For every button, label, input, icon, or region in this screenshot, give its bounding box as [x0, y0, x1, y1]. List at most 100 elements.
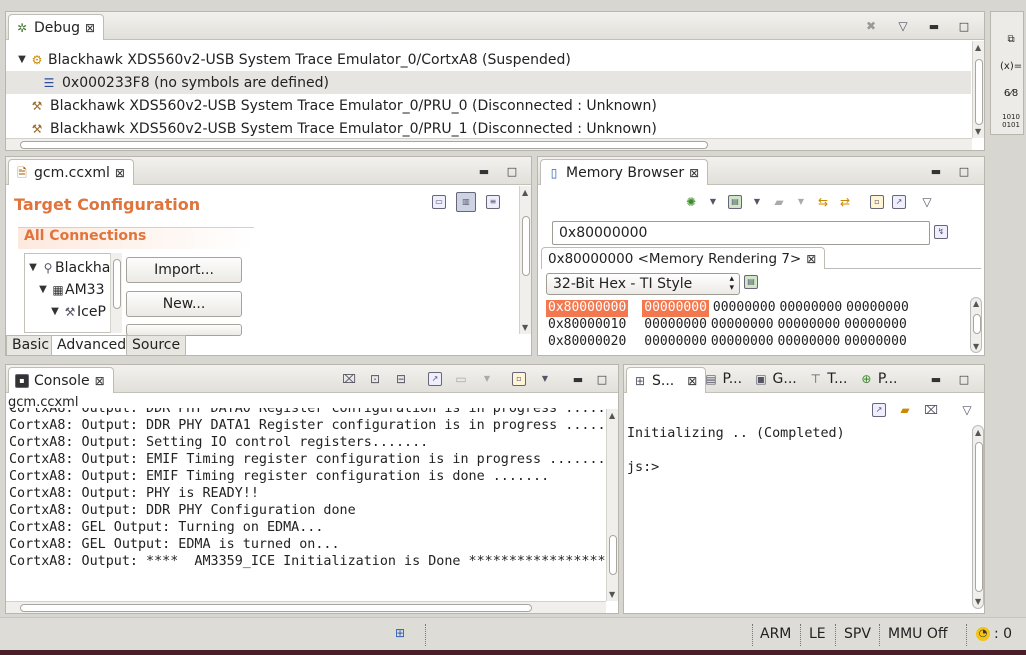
save-memory-icon[interactable]: ▤: [728, 195, 742, 209]
format-options-icon[interactable]: ▤: [744, 275, 758, 289]
registers-icon[interactable]: 1010 0101: [1000, 107, 1022, 129]
horizontal-layout-icon[interactable]: ▭: [432, 195, 446, 209]
debug-row-frame[interactable]: ☰ 0x000233F8 (no symbols are defined): [6, 71, 971, 94]
tab-advanced[interactable]: Advanced: [51, 335, 133, 355]
scroll-down-icon[interactable]: ▼: [973, 342, 979, 351]
minimize-icon[interactable]: ▬: [572, 373, 584, 386]
memory-word[interactable]: 00000000: [780, 300, 843, 317]
tree-node-icep[interactable]: ▼ ⚒ IceP: [47, 300, 106, 323]
scripting-output[interactable]: Initializing .. (Completed) js:>: [627, 425, 967, 605]
scroll-thumb[interactable]: [522, 216, 530, 276]
memory-word[interactable]: 00000000: [642, 300, 709, 317]
word-wrap-icon[interactable]: ⊟: [394, 372, 408, 386]
memory-word[interactable]: 00000000: [644, 334, 707, 351]
minimize-icon[interactable]: ▬: [928, 20, 940, 33]
expand-triangle-icon[interactable]: ▼: [25, 262, 41, 273]
expand-triangle-icon[interactable]: ▼: [14, 54, 30, 65]
memory-word[interactable]: 00000000: [778, 317, 841, 334]
fast-view-icon[interactable]: ⊞: [393, 626, 407, 640]
clear-icon[interactable]: ⌧: [924, 403, 938, 417]
close-icon[interactable]: ⊠: [687, 374, 697, 388]
maximize-icon[interactable]: □: [506, 165, 518, 178]
scroll-up-icon[interactable]: ▲: [975, 43, 981, 52]
tab-gcm-ccxml[interactable]: 🗎 gcm.ccxml ⊠: [8, 159, 134, 185]
variables-icon[interactable]: (x)=: [1000, 53, 1022, 80]
fill-memory-icon[interactable]: ▰: [772, 195, 786, 209]
scroll-down-icon[interactable]: ▼: [609, 590, 615, 599]
expand-triangle-icon[interactable]: ▼: [35, 284, 51, 295]
console-vscroll[interactable]: ▲ ▼: [606, 409, 618, 601]
close-icon[interactable]: ⊠: [115, 166, 125, 180]
tree-node-blackhawk[interactable]: ▼ ⚲ Blackha: [25, 256, 110, 279]
scroll-up-icon[interactable]: ▲: [975, 428, 981, 437]
format-select[interactable]: 32-Bit Hex - TI Style ▴ ▾: [546, 273, 740, 295]
pin-console-icon[interactable]: ↗: [428, 372, 442, 386]
maximize-icon[interactable]: □: [958, 165, 970, 178]
view-menu-icon[interactable]: ▽: [920, 195, 934, 209]
debug-vscroll[interactable]: ▲ ▼: [972, 41, 984, 138]
memory-word[interactable]: 00000000: [844, 334, 907, 351]
import-button[interactable]: Import...: [126, 257, 242, 283]
go-to-address-icon[interactable]: ↯: [934, 225, 948, 239]
memory-word[interactable]: 00000000: [844, 317, 907, 334]
restore-icon[interactable]: ⧉: [1000, 26, 1022, 53]
close-icon[interactable]: ⊠: [689, 166, 699, 180]
dropdown-arrow-icon[interactable]: ▼: [706, 195, 720, 209]
maximize-icon[interactable]: □: [596, 373, 608, 386]
expressions-icon[interactable]: 6⁄8: [1000, 80, 1022, 107]
clear-console-icon[interactable]: ⌧: [342, 372, 356, 386]
view-menu-icon[interactable]: ▽: [896, 19, 910, 33]
open-folder-icon[interactable]: ▰: [898, 403, 912, 417]
link-icon[interactable]: ⇆: [816, 195, 830, 209]
close-icon[interactable]: ⊠: [85, 21, 95, 35]
refresh-icon[interactable]: ✺: [684, 195, 698, 209]
memory-word[interactable]: 00000000: [778, 334, 841, 351]
memory-vscroll[interactable]: ▲ ▼: [970, 297, 982, 353]
tab-basic[interactable]: Basic: [6, 335, 56, 355]
scroll-thumb[interactable]: [609, 535, 617, 575]
close-icon[interactable]: ⊠: [806, 252, 816, 266]
debug-row-pru1[interactable]: ⚒ Blackhawk XDS560v2-USB System Trace Em…: [6, 117, 971, 140]
memory-word[interactable]: 00000000: [644, 317, 707, 334]
scroll-thumb[interactable]: [975, 442, 983, 592]
expand-triangle-icon[interactable]: ▼: [47, 306, 63, 317]
tab-memory-browser[interactable]: ▯ Memory Browser ⊠: [540, 159, 709, 185]
scroll-thumb[interactable]: [113, 259, 121, 309]
scroll-down-icon[interactable]: ▼: [522, 323, 528, 332]
open-in-new-icon[interactable]: ↗: [892, 195, 906, 209]
dropdown-arrow-icon[interactable]: ▼: [480, 372, 494, 386]
editor-vscroll[interactable]: ▲ ▼: [519, 186, 531, 334]
split-layout-icon[interactable]: ▥: [456, 192, 476, 212]
memory-word[interactable]: 00000000: [713, 300, 776, 317]
memory-word[interactable]: 00000000: [711, 334, 774, 351]
minimize-icon[interactable]: ▬: [930, 165, 942, 178]
tree-vscroll[interactable]: [110, 253, 122, 333]
tab-trace[interactable]: ⊤ T...: [809, 371, 848, 387]
tab-memory-rendering[interactable]: 0x80000000 <Memory Rendering 7> ⊠: [541, 247, 826, 269]
remove-all-icon[interactable]: ✖: [864, 19, 878, 33]
display-console-icon[interactable]: ▭: [454, 372, 468, 386]
scroll-up-icon[interactable]: ▲: [609, 411, 615, 420]
debug-row-pru0[interactable]: ⚒ Blackhawk XDS560v2-USB System Trace Em…: [6, 94, 971, 117]
scroll-up-icon[interactable]: ▲: [973, 299, 979, 308]
tree-node-am33[interactable]: ▼ ▦ AM33: [35, 278, 104, 301]
pin-icon[interactable]: ↗: [872, 403, 886, 417]
new-rendering-icon[interactable]: ▫: [870, 195, 884, 209]
tab-problems[interactable]: ▤ P...: [704, 371, 742, 387]
memory-word[interactable]: 00000000: [711, 317, 774, 334]
memory-word[interactable]: 00000000: [846, 300, 909, 317]
maximize-icon[interactable]: □: [958, 20, 970, 33]
scroll-thumb[interactable]: [973, 314, 981, 334]
view-menu-icon[interactable]: ▽: [960, 403, 974, 417]
scroll-lock-icon[interactable]: ⊡: [368, 372, 382, 386]
scroll-down-icon[interactable]: ▼: [975, 127, 981, 136]
tab-console[interactable]: ▪ Console ⊠: [8, 367, 114, 393]
console-hscroll[interactable]: [6, 601, 606, 613]
new-button[interactable]: New...: [126, 291, 242, 317]
console-output[interactable]: CortxA8: Output: DDR PHY DATA0 Register …: [9, 408, 605, 588]
dropdown-arrow-icon[interactable]: ▼: [538, 372, 552, 386]
clock-icon[interactable]: ◔: [976, 627, 990, 641]
tab-source[interactable]: Source: [126, 335, 187, 355]
list-layout-icon[interactable]: ≡: [486, 195, 500, 209]
tab-profile[interactable]: ⊕ P...: [859, 371, 897, 387]
